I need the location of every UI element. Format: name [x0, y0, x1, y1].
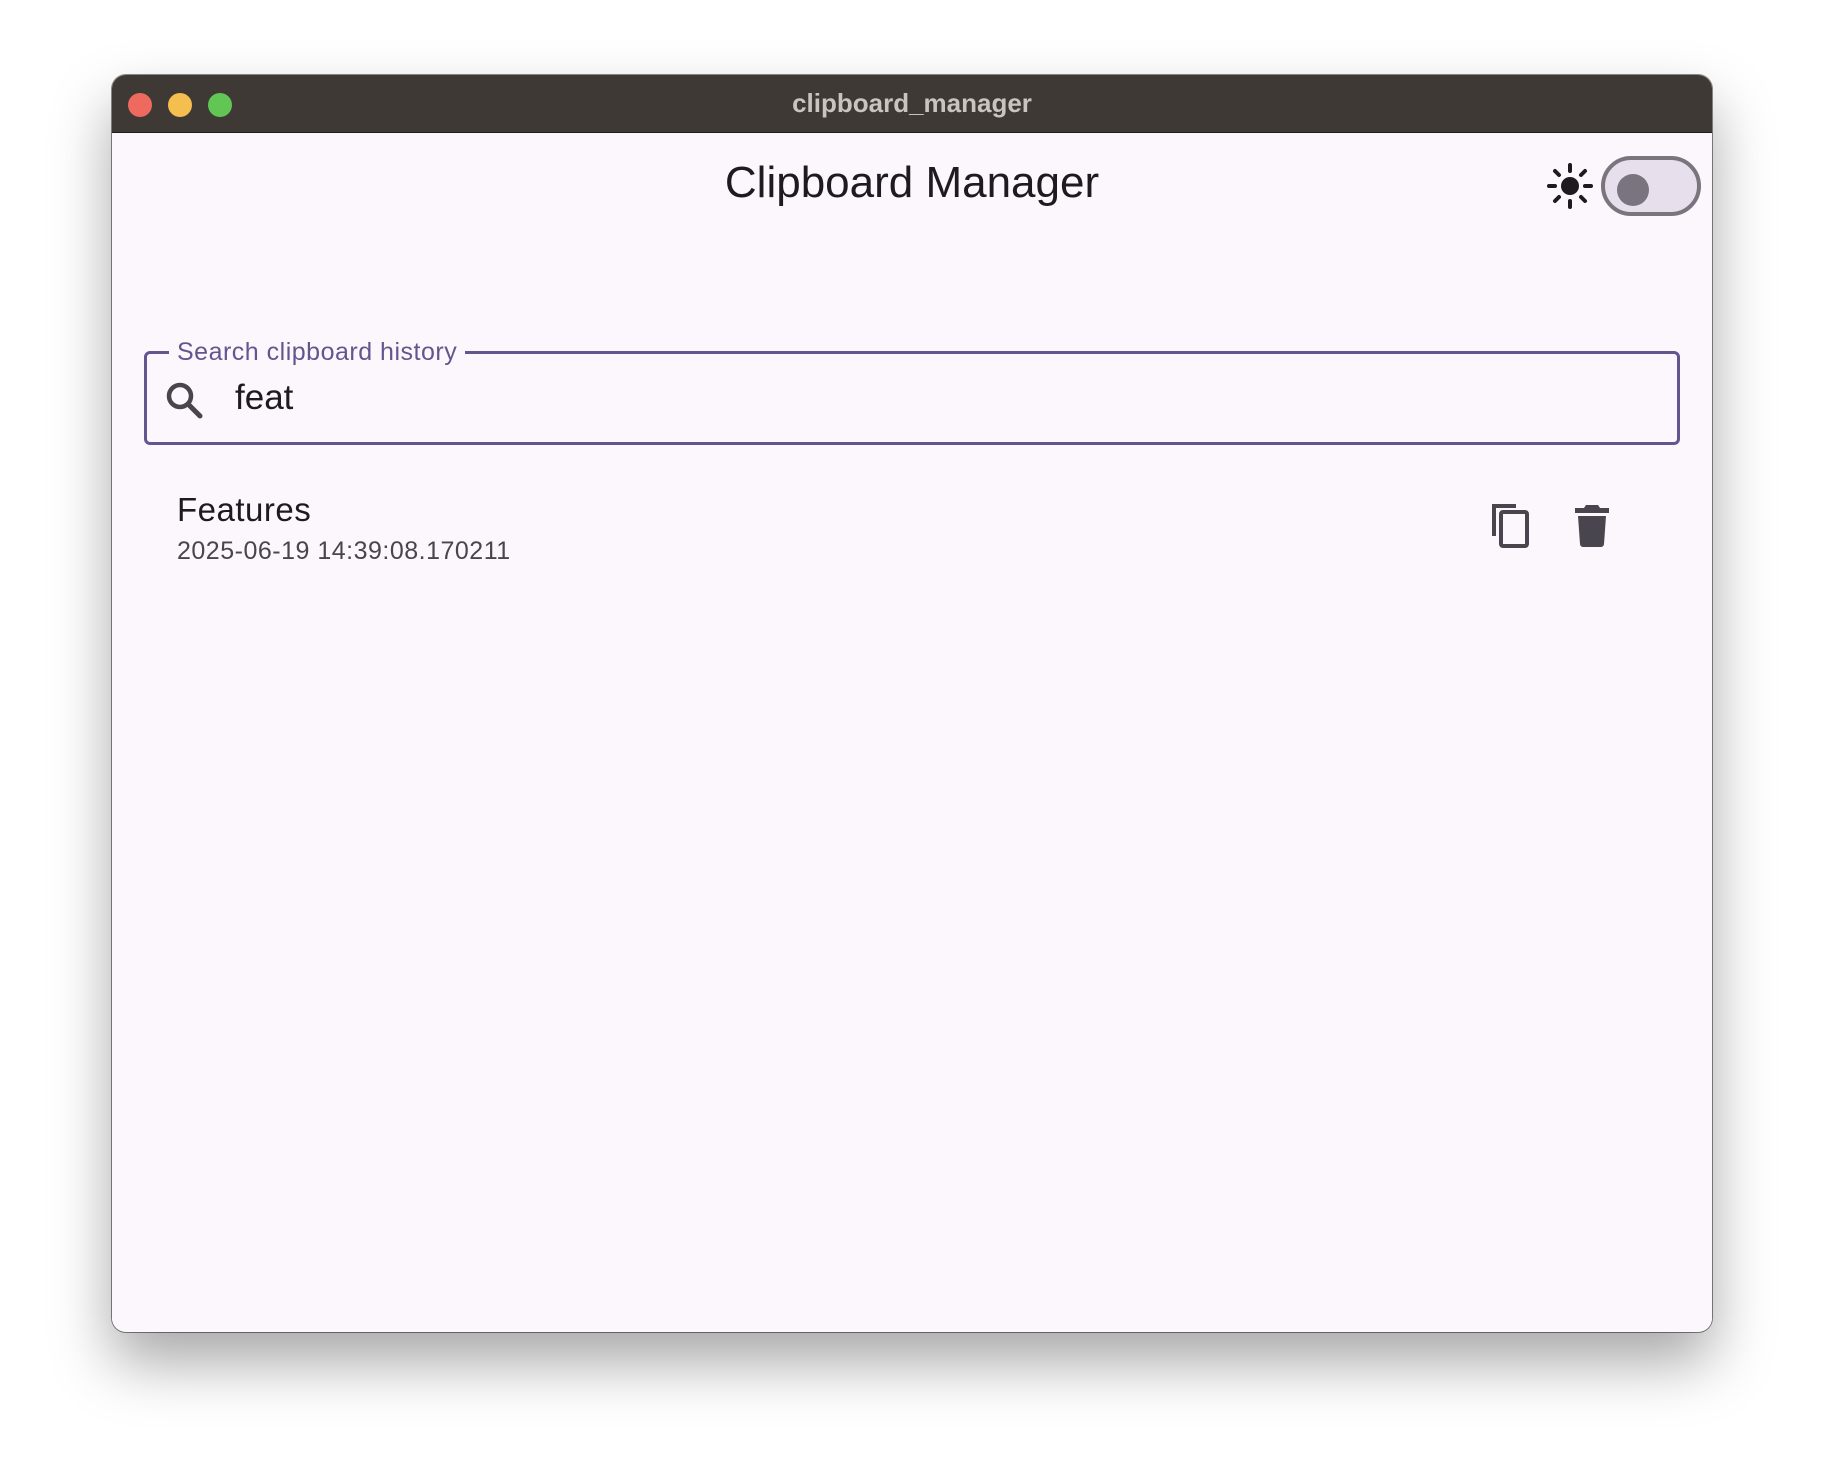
- search-field-label: Search clipboard history: [169, 332, 466, 372]
- app-window: clipboard_manager Clipboard Manager Sear…: [112, 75, 1712, 1332]
- search-field[interactable]: Search clipboard history: [144, 332, 1680, 445]
- sun-icon: [1545, 161, 1595, 211]
- copy-icon: [1487, 500, 1533, 555]
- clipboard-list-item[interactable]: Features 2025-06-19 14:39:08.170211: [144, 481, 1680, 581]
- clipboard-item-timestamp: 2025-06-19 14:39:08.170211: [177, 537, 511, 565]
- search-icon: [163, 379, 207, 423]
- app-content: Clipboard Manager Search clipboard histo…: [112, 133, 1712, 1332]
- window-titlebar[interactable]: clipboard_manager: [112, 75, 1712, 133]
- window-title: clipboard_manager: [792, 88, 1032, 118]
- page-title: Clipboard Manager: [724, 158, 1100, 207]
- delete-icon: [1572, 502, 1612, 553]
- delete-button[interactable]: [1562, 497, 1622, 557]
- copy-button[interactable]: [1480, 497, 1540, 557]
- desktop-background: clipboard_manager Clipboard Manager Sear…: [0, 0, 1824, 1480]
- clipboard-item-title: Features: [177, 491, 312, 528]
- toggle-thumb: [1617, 174, 1649, 206]
- theme-toggle-switch[interactable]: [1601, 156, 1701, 216]
- search-input[interactable]: [235, 372, 1655, 424]
